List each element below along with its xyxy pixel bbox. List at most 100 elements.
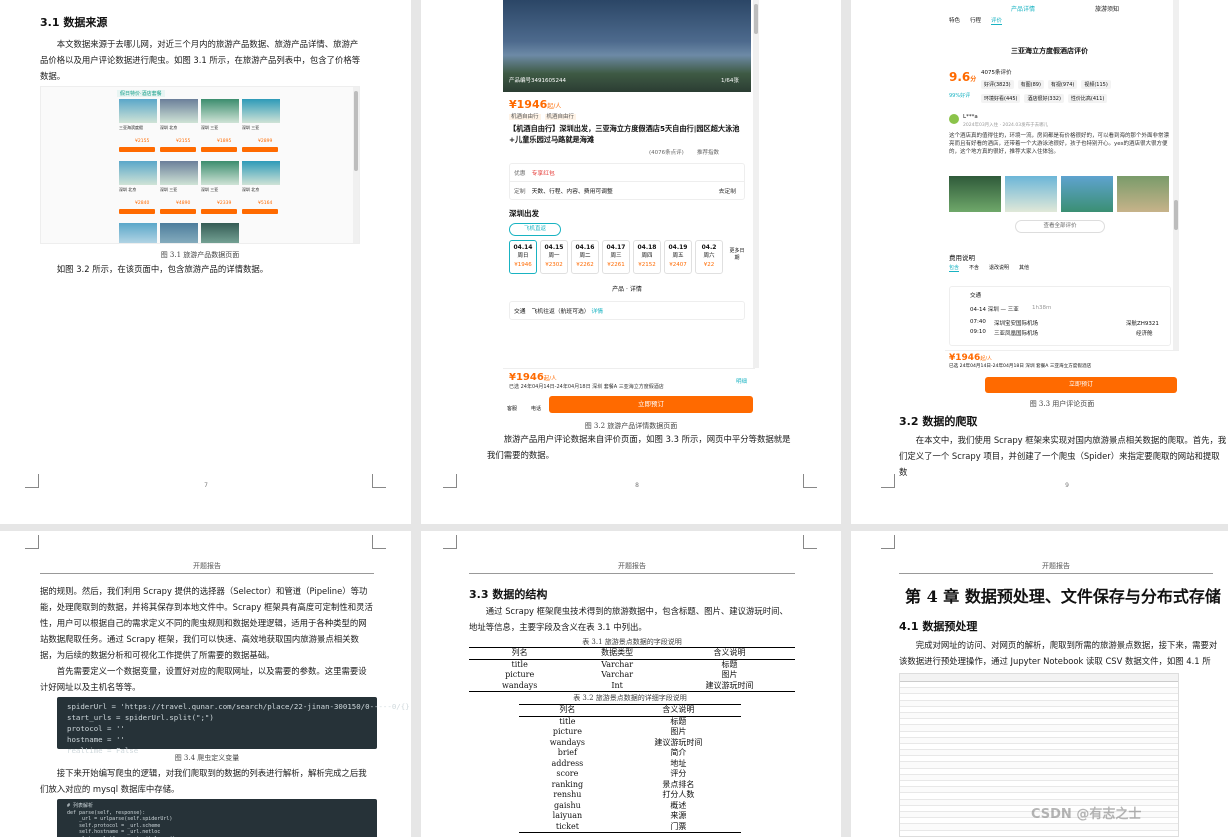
product-button[interactable] bbox=[160, 147, 196, 152]
product-button[interactable] bbox=[201, 147, 237, 152]
date-cell[interactable]: 04.19 周五 ¥2407 bbox=[664, 240, 692, 274]
flight-tab[interactable]: 飞机直返 bbox=[509, 223, 561, 236]
fee-heading: 费用说明 bbox=[949, 254, 975, 262]
table-cell: 图片 bbox=[670, 727, 687, 736]
review-user: L***a bbox=[963, 114, 978, 120]
paragraph: 据的规则。然后，我们利用 Scrapy 提供的选择器（Selector）和管道（… bbox=[40, 586, 373, 660]
date-cell[interactable]: 04.15 周一 ¥2302 bbox=[540, 240, 568, 274]
product-name: 深圳 三亚 bbox=[242, 125, 260, 130]
product-button[interactable] bbox=[242, 147, 278, 152]
tab-product-detail[interactable]: 产品详情 bbox=[1011, 4, 1035, 13]
view-all-reviews-button[interactable]: 查看全部评价 bbox=[1015, 220, 1105, 233]
customize-link[interactable]: 去定制 bbox=[719, 186, 736, 195]
review-tag[interactable]: 性价比高(411) bbox=[1067, 94, 1108, 103]
fee-tab[interactable]: 退改说明 bbox=[989, 264, 1009, 271]
product-image[interactable] bbox=[160, 161, 198, 185]
watermark: CSDN @有志之士 bbox=[1031, 807, 1142, 822]
review-tag[interactable]: 酒店很好(332) bbox=[1024, 94, 1064, 103]
date-cell[interactable]: 04.2 周六 ¥22 bbox=[695, 240, 723, 274]
table-row: renshu 打分人数 bbox=[519, 790, 741, 801]
figure-caption: 图 3.1 旅游产品数据页面 bbox=[160, 251, 240, 259]
date-price: ¥2261 bbox=[607, 262, 625, 268]
product-image[interactable] bbox=[119, 99, 157, 123]
table-cell: score bbox=[556, 769, 579, 778]
review-tag[interactable]: 视频(115) bbox=[1081, 80, 1111, 89]
scrollbar[interactable] bbox=[1173, 0, 1179, 350]
fee-tab[interactable]: 其他 bbox=[1019, 264, 1029, 271]
product-image[interactable] bbox=[119, 161, 157, 185]
product-button[interactable] bbox=[160, 209, 196, 214]
page-number: 7 bbox=[204, 482, 208, 489]
date-cell[interactable]: 04.16 周二 ¥2262 bbox=[571, 240, 599, 274]
table-cell: 打分人数 bbox=[662, 790, 695, 799]
page-8: 产品编号3491605244 1/64张 ¥1946起/人 机酒自由行 机酒自由行… bbox=[421, 0, 841, 524]
date: 04.15 bbox=[544, 244, 564, 251]
product-button[interactable] bbox=[242, 209, 278, 214]
product-name: 深圳 三亚 bbox=[201, 125, 219, 130]
traffic-detail-link[interactable]: 详情 bbox=[591, 309, 603, 315]
flight-route: 04-14 深圳 — 三亚 bbox=[970, 307, 1019, 313]
sheet-row bbox=[900, 824, 1178, 831]
review-tag[interactable]: 有图(89) bbox=[1017, 80, 1044, 89]
product-image[interactable] bbox=[242, 99, 280, 123]
product-image[interactable] bbox=[201, 99, 239, 123]
date-cell[interactable]: 04.18 周四 ¥2152 bbox=[633, 240, 661, 274]
figure-3-2-screenshot: 产品编号3491605244 1/64张 ¥1946起/人 机酒自由行 机酒自由行… bbox=[503, 0, 759, 415]
review-count[interactable]: (4076条点评) bbox=[649, 148, 684, 156]
phone-button[interactable]: 电话 bbox=[531, 405, 541, 412]
product-price: ¥4890 bbox=[176, 201, 191, 206]
traffic-label: 交通 bbox=[970, 293, 982, 299]
product-image[interactable] bbox=[201, 161, 239, 185]
product-button[interactable] bbox=[201, 209, 237, 214]
table-cell: ticket bbox=[519, 821, 616, 833]
bottom-price-suffix: 起/人 bbox=[543, 376, 557, 382]
paragraph: 本文数据来源于去哪儿网，对近三个月内的旅游产品数据、旅游产品详情、旅游产品价格以… bbox=[40, 39, 361, 81]
product-image[interactable] bbox=[119, 223, 157, 243]
figure-caption: 图 3.4 爬虫定义变量 bbox=[174, 754, 240, 762]
fee-tab[interactable]: 不含 bbox=[969, 264, 979, 271]
book-now-button[interactable]: 立即预订 bbox=[985, 377, 1177, 393]
section-heading-4-1: 4.1 数据预处理 bbox=[899, 620, 978, 633]
date: 04.2 bbox=[701, 244, 717, 251]
table-cell: wandays bbox=[549, 737, 586, 747]
selected-info: 已选 24年04月14日-24年04月18日 深圳 套餐A 三亚海立方度假酒店 bbox=[949, 364, 1092, 369]
date-cell[interactable]: 04.17 周三 ¥2261 bbox=[602, 240, 630, 274]
scrollbar[interactable] bbox=[753, 0, 759, 368]
tab-feature[interactable]: 特色 bbox=[949, 16, 960, 24]
review-tag[interactable]: 环境好看(445) bbox=[981, 94, 1021, 103]
table-row: brief 简介 bbox=[519, 748, 741, 759]
date-selector: 04.14 周日 ¥1946 04.15 周一 ¥2302 04.16 周二 ¥2262 04.1… bbox=[503, 240, 751, 280]
code-block-parse: # 列表解析 def parse(self, response): _url = … bbox=[57, 799, 377, 837]
tab-travel-notes[interactable]: 旅游须知 bbox=[1095, 4, 1119, 13]
more-dates-button[interactable]: 更多日期 bbox=[729, 248, 745, 262]
service-button[interactable]: 客服 bbox=[507, 405, 517, 412]
review-tag[interactable]: 有视(974) bbox=[1047, 80, 1078, 89]
scrollbar[interactable] bbox=[353, 87, 359, 243]
review-title: 三亚海立方度假酒店评价 bbox=[1011, 47, 1088, 55]
review-tag[interactable]: 好评(3823) bbox=[981, 80, 1014, 89]
shot-tag: 假日特价·酒店套餐 bbox=[117, 90, 165, 97]
table-cell: wandays bbox=[469, 680, 571, 692]
product-image[interactable] bbox=[242, 161, 280, 185]
book-now-button[interactable]: 立即预订 bbox=[549, 396, 753, 413]
product-image[interactable] bbox=[160, 223, 198, 243]
product-button[interactable] bbox=[119, 147, 155, 152]
tab-itinerary[interactable]: 行程 bbox=[970, 16, 981, 24]
product-image[interactable] bbox=[160, 99, 198, 123]
flight-duration: 1h38m bbox=[1032, 305, 1052, 311]
product-button[interactable] bbox=[119, 209, 155, 214]
row-value[interactable]: 专享红包 bbox=[532, 171, 555, 177]
product-price: ¥2155 bbox=[176, 139, 191, 144]
flight-arrive-airport: 三亚凤凰国际机场 bbox=[994, 331, 1039, 337]
table-row: ticket 门票 bbox=[519, 821, 741, 833]
paragraph: 接下来开始编写爬虫的逻辑，对我们爬取到的数据的列表进行解析，解析完成之后我们放入… bbox=[40, 768, 367, 794]
date-cell[interactable]: 04.14 周日 ¥1946 bbox=[509, 240, 537, 274]
page-11: 开题报告 3.3 数据的结构 通过 Scrapy 框架爬虫技术得到的旅游数据中，… bbox=[421, 531, 841, 837]
table-cell: renshu bbox=[553, 790, 582, 799]
product-price: ¥2840 bbox=[135, 201, 150, 206]
bottom-detail-link[interactable]: 明细 bbox=[736, 377, 747, 385]
tab-review[interactable]: 评价 bbox=[991, 16, 1003, 25]
product-image[interactable] bbox=[201, 223, 239, 243]
fee-tab[interactable]: 包含 bbox=[949, 264, 960, 272]
table-row: wandays Int 建议游玩时间 bbox=[469, 680, 795, 692]
